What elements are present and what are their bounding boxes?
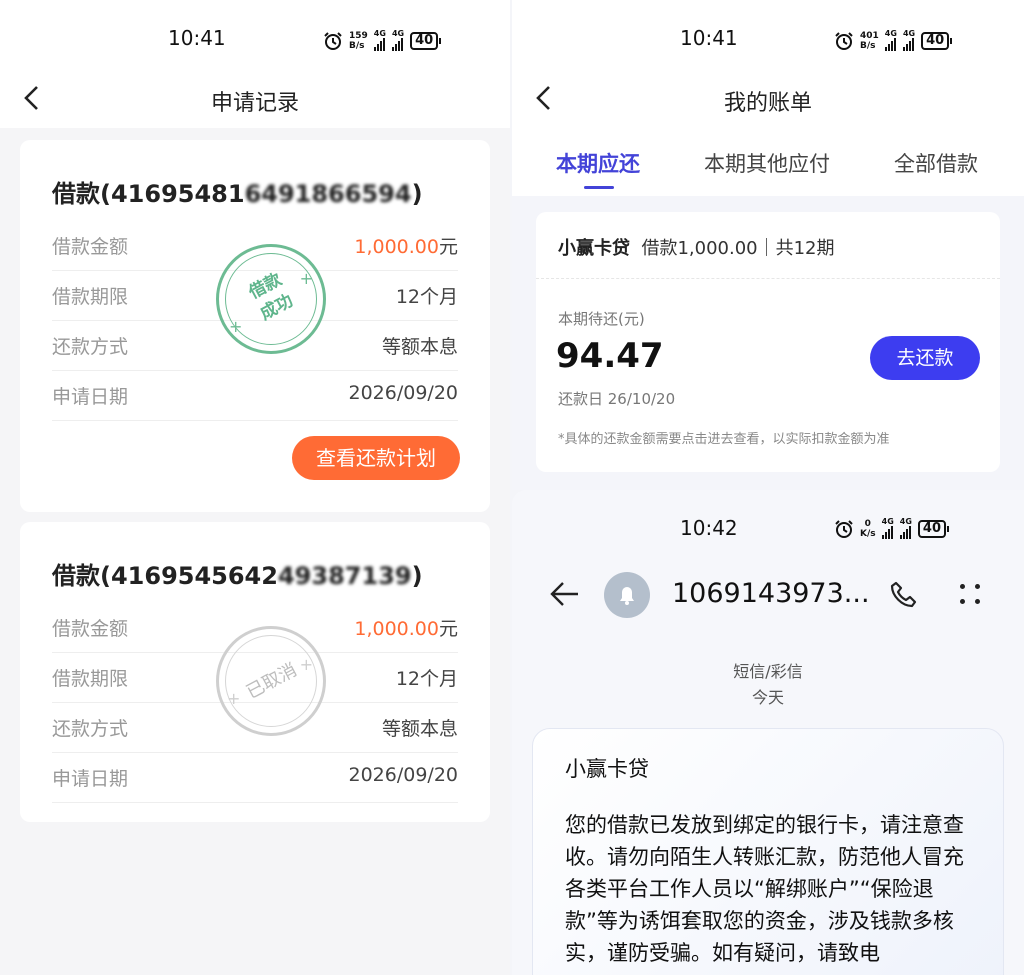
bill-card: 小赢卡贷 借款1,000.00｜共12期 本期待还(元) 94.47 还款日 2… [536, 212, 1000, 472]
row-label: 还款方式 [52, 718, 129, 740]
status-icons: 0 K/s 4G 4G 40 [834, 518, 950, 539]
sender-number: 1069143973... [672, 578, 870, 609]
row-value: 1,000.00元 [354, 618, 458, 640]
row-label: 借款金额 [52, 236, 129, 258]
success-stamp: 借款 成功 + + [216, 244, 326, 354]
due-label: 本期待还(元) [558, 310, 645, 328]
record-card: 借款(416954564249387139) 借款金额 1,000.00元 借款… [20, 522, 490, 822]
message-body: 您的借款已发放到绑定的银行卡，请注意查收。请勿向陌生人转账汇款，防范他人冒充各类… [565, 813, 964, 965]
tab-other-payables[interactable]: 本期其他应付 [704, 148, 830, 178]
status-time: 10:42 [680, 516, 738, 540]
row-label: 申请日期 [52, 386, 129, 408]
status-time: 10:41 [168, 26, 226, 50]
row-label: 借款金额 [52, 618, 129, 640]
page-title: 申请记录 [210, 91, 299, 116]
cancelled-stamp: 已取消 + + [216, 626, 326, 736]
row-value: 等额本息 [381, 718, 458, 740]
view-repayment-plan-button[interactable]: 查看还款计划 [292, 436, 460, 480]
row-label: 还款方式 [52, 336, 129, 358]
status-icons: 401 B/s 4G 4G 40 [834, 30, 953, 51]
row-value: 2026/09/20 [348, 382, 458, 404]
signal-icon: 4G [881, 518, 894, 539]
row-value: 12个月 [395, 286, 458, 308]
signal-icon: 4G [391, 30, 404, 51]
row-value: 等额本息 [381, 336, 458, 358]
row-value: 2026/09/20 [348, 764, 458, 786]
row-value: 1,000.00元 [354, 236, 458, 258]
right-screen: 10:41 401 B/s 4G 4G 40 我的账单 本期应还 本期其他应付 全… [512, 0, 1024, 490]
due-date: 还款日 26/10/20 [558, 390, 676, 408]
net-speed: 401 B/s [860, 30, 879, 51]
tab-current-due[interactable]: 本期应还 [556, 148, 640, 178]
tab-active-indicator [584, 186, 614, 189]
status-icons: 159 B/s 4G 4G 40 [323, 30, 442, 51]
battery-icon: 40 [921, 31, 953, 50]
message-bubble: 小赢卡贷 您的借款已发放到绑定的银行卡，请注意查收。请勿向陌生人转账汇款，防范他… [532, 728, 1004, 975]
row-label: 借款期限 [52, 668, 129, 690]
message-category: 短信/彩信 [733, 662, 803, 681]
message-day: 今天 [751, 688, 784, 707]
bell-avatar-icon [604, 572, 650, 618]
row-value: 12个月 [395, 668, 458, 690]
tab-all-loans[interactable]: 全部借款 [894, 148, 978, 178]
pay-button[interactable]: 去还款 [870, 336, 980, 380]
page-title: 我的账单 [723, 91, 812, 116]
row-date: 申请日期 2026/09/20 [52, 370, 458, 421]
net-speed: 0 K/s [860, 518, 876, 539]
left-screen: 10:41 159 B/s 4G 4G 40 申请记录 借款(4169548164… [0, 0, 510, 975]
message-title: 小赢卡贷 [565, 757, 649, 781]
status-time: 10:41 [680, 26, 738, 50]
bill-summary: 小赢卡贷 借款1,000.00｜共12期 [558, 238, 835, 259]
row-label: 申请日期 [52, 768, 129, 790]
battery-icon: 40 [410, 31, 442, 50]
battery-icon: 40 [917, 519, 950, 538]
record-card: 借款(416954816491866594) 借款金额 1,000.00元 借款… [20, 140, 490, 512]
signal-icon: 4G [899, 518, 912, 539]
row-date: 申请日期 2026/09/20 [52, 752, 458, 803]
due-amount: 94.47 [556, 336, 664, 376]
alarm-icon [324, 31, 342, 50]
alarm-icon [835, 31, 853, 50]
signal-icon: 4G [884, 30, 897, 51]
record-title: 借款(416954564249387139) [52, 562, 423, 590]
bill-note: *具体的还款金额需要点击进去查看，以实际扣款金额为准 [558, 432, 890, 447]
alarm-icon [835, 519, 853, 538]
phone-icon[interactable] [888, 580, 918, 610]
record-title: 借款(416954816491866594) [52, 180, 423, 208]
more-icon[interactable] [958, 582, 982, 606]
sms-screen: 10:42 0 K/s 4G 4G 40 1069143973... 短信/彩信 … [512, 490, 1024, 975]
net-speed: 159 B/s [349, 30, 368, 51]
divider [536, 278, 1000, 279]
signal-icon: 4G [902, 30, 915, 51]
back-arrow-icon[interactable] [548, 580, 582, 608]
row-label: 借款期限 [52, 286, 129, 308]
signal-icon: 4G [373, 30, 386, 51]
